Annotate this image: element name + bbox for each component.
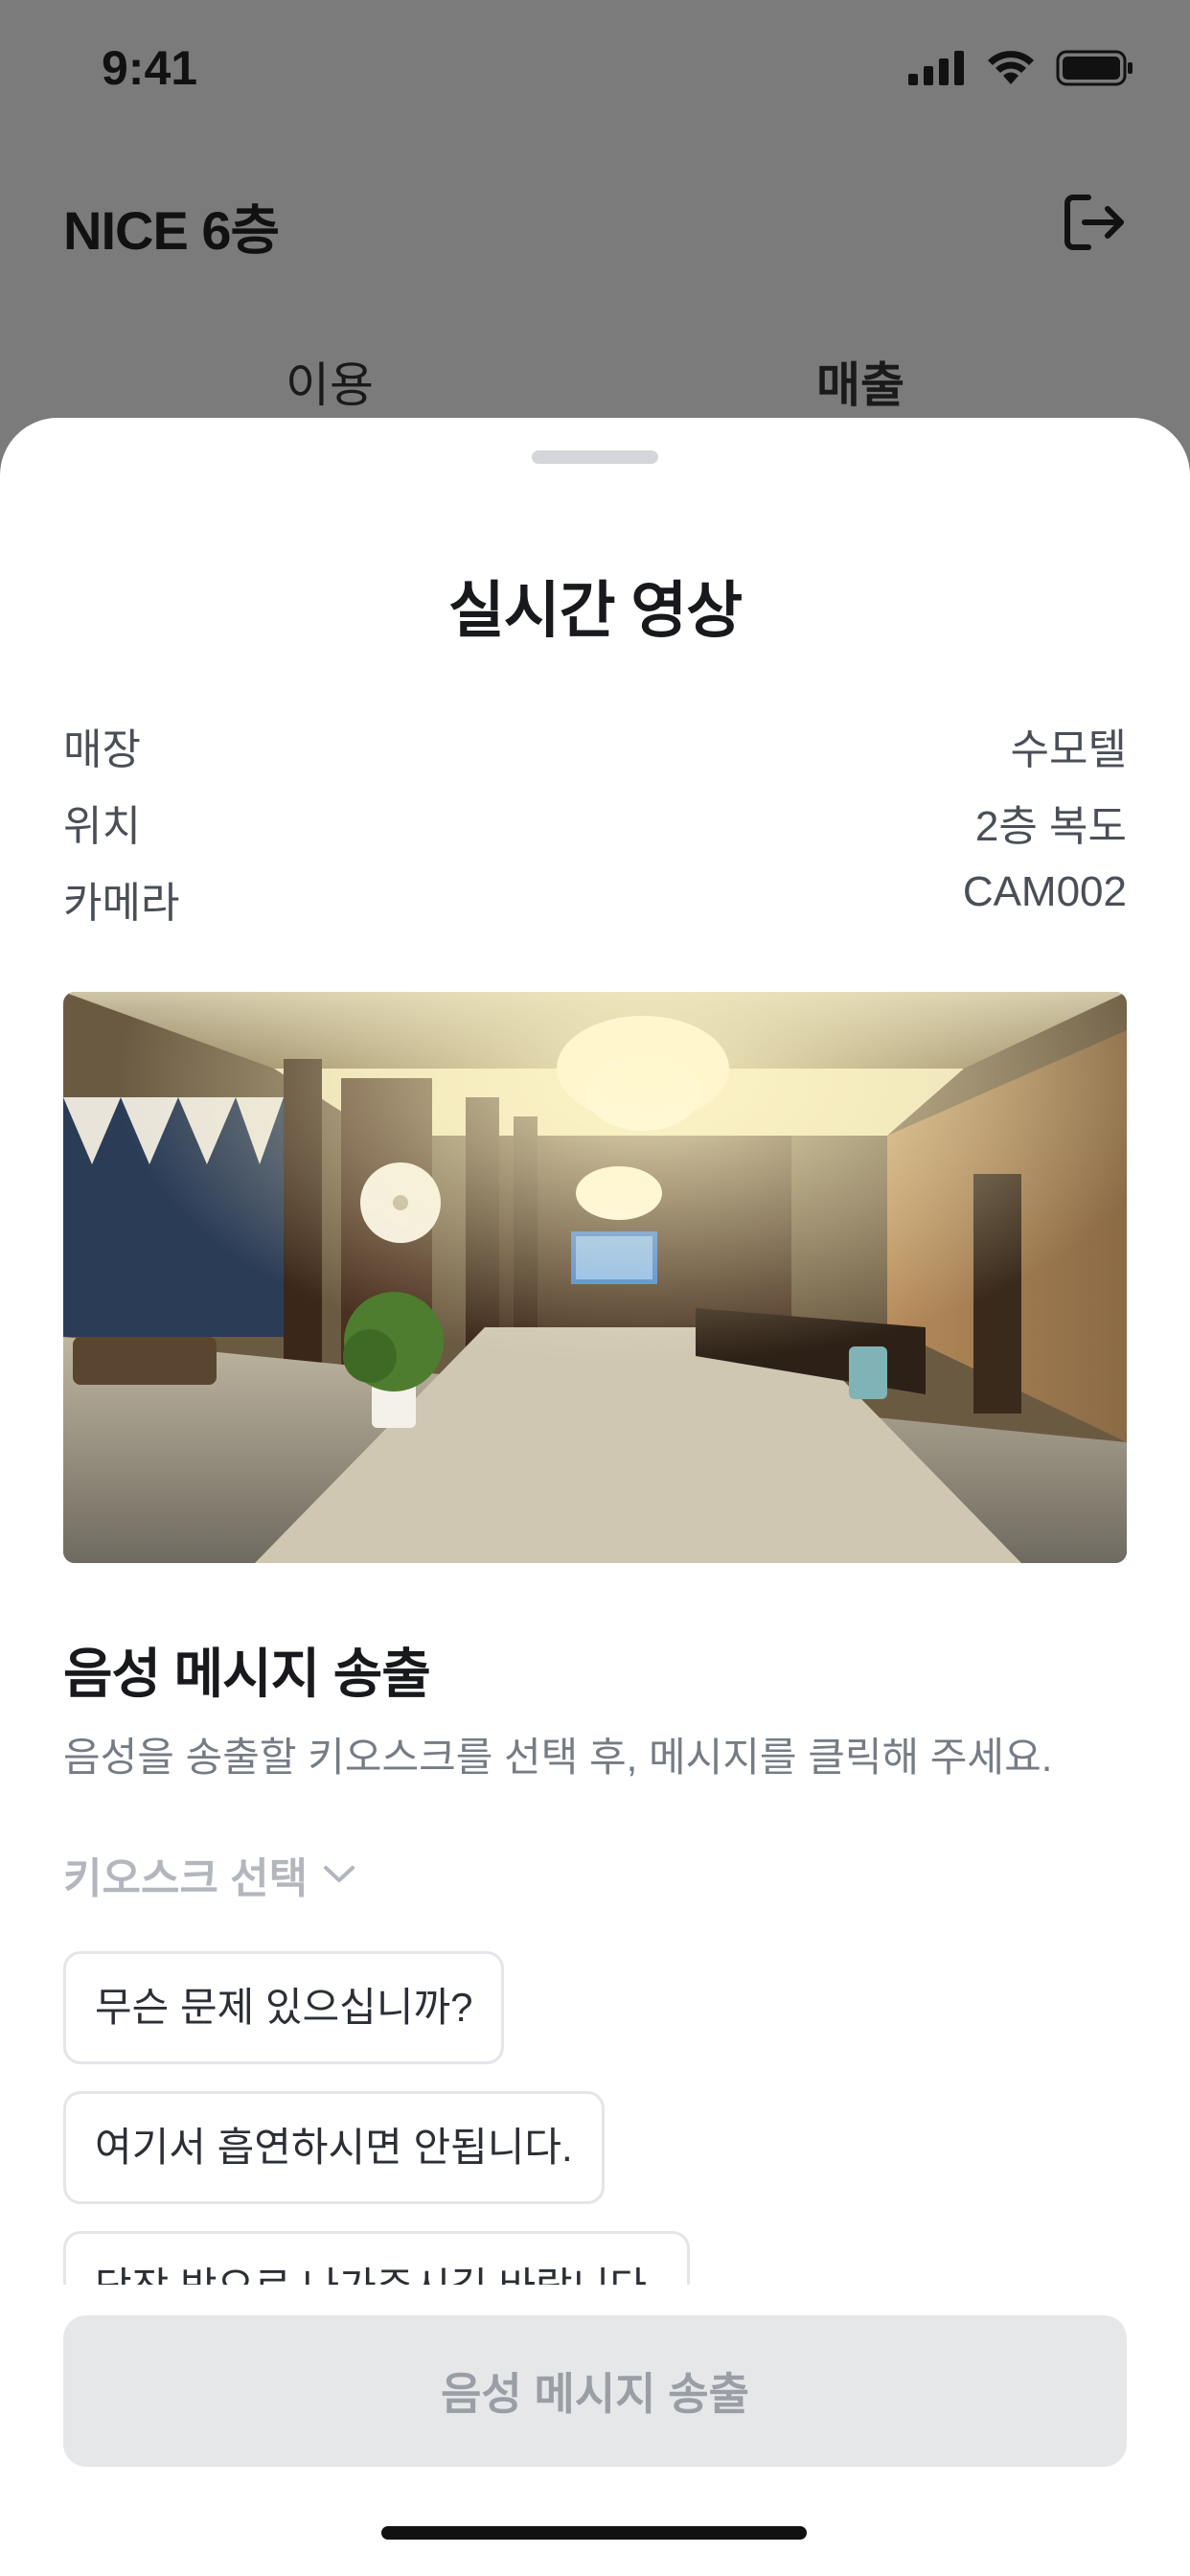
tab-usage[interactable]: 이용 <box>286 347 374 416</box>
lobby-video-image <box>63 992 1127 1563</box>
voice-section-description: 음성을 송출할 키오스크를 선택 후, 메시지를 클릭해 주세요. <box>63 1735 1053 1780</box>
message-chip[interactable]: 무슨 문제 있으십니까? <box>63 1951 505 2064</box>
tab-sales[interactable]: 매출 <box>816 347 904 416</box>
voice-section-title: 음성 메시지 송출 <box>63 1644 431 1704</box>
chevron-down-icon <box>324 1866 355 1882</box>
info-row-store: 매장 수모텔 <box>63 715 1127 776</box>
battery-icon <box>1056 50 1133 86</box>
live-video-frame[interactable] <box>63 992 1127 1563</box>
kiosk-select-dropdown[interactable]: 키오스크 선택 <box>63 1844 355 1905</box>
message-chip[interactable]: 여기서 흡연하시면 안됩니다. <box>63 2091 605 2204</box>
sheet-title: 실시간 영상 <box>447 576 743 645</box>
info-label: 위치 <box>63 803 141 850</box>
status-icons <box>908 50 1134 86</box>
info-row-location: 위치 2층 복도 <box>63 792 1127 853</box>
send-voice-message-button[interactable]: 음성 메시지 송출 <box>63 2315 1127 2467</box>
home-indicator <box>381 2526 807 2540</box>
info-value: 수모텔 <box>1010 726 1127 773</box>
info-value: 2층 복도 <box>974 803 1127 850</box>
message-list: 무슨 문제 있으십니까? 여기서 흡연하시면 안됩니다. 당장 밖으로 나가주시… <box>63 1951 1127 2285</box>
info-value: CAM002 <box>962 868 1127 915</box>
message-chip[interactable]: 당장 밖으로 나가주시길 바랍니다. <box>63 2231 690 2285</box>
logout-icon[interactable] <box>1060 188 1129 257</box>
status-bar: 9:41 <box>0 0 1190 144</box>
live-video-sheet: 실시간 영상 매장 수모텔 위치 2층 복도 카메라 CAM002 음성 메시지… <box>0 418 1190 2576</box>
info-label: 카메라 <box>63 880 180 927</box>
info-row-camera: 카메라 CAM002 <box>63 868 1127 930</box>
screen: 9:41 NICE 6층 이용 매출 실시간 영상 매장 수모텔 위치 2층 복… <box>0 0 1190 2576</box>
status-time: 9:41 <box>102 41 198 95</box>
cellular-signal-icon <box>908 51 964 85</box>
sheet-grabber[interactable] <box>532 450 658 464</box>
wifi-icon <box>988 51 1034 84</box>
kiosk-select-label: 키오스크 선택 <box>63 1855 309 1902</box>
info-label: 매장 <box>63 726 141 773</box>
page-title: NICE 6층 <box>63 200 280 261</box>
